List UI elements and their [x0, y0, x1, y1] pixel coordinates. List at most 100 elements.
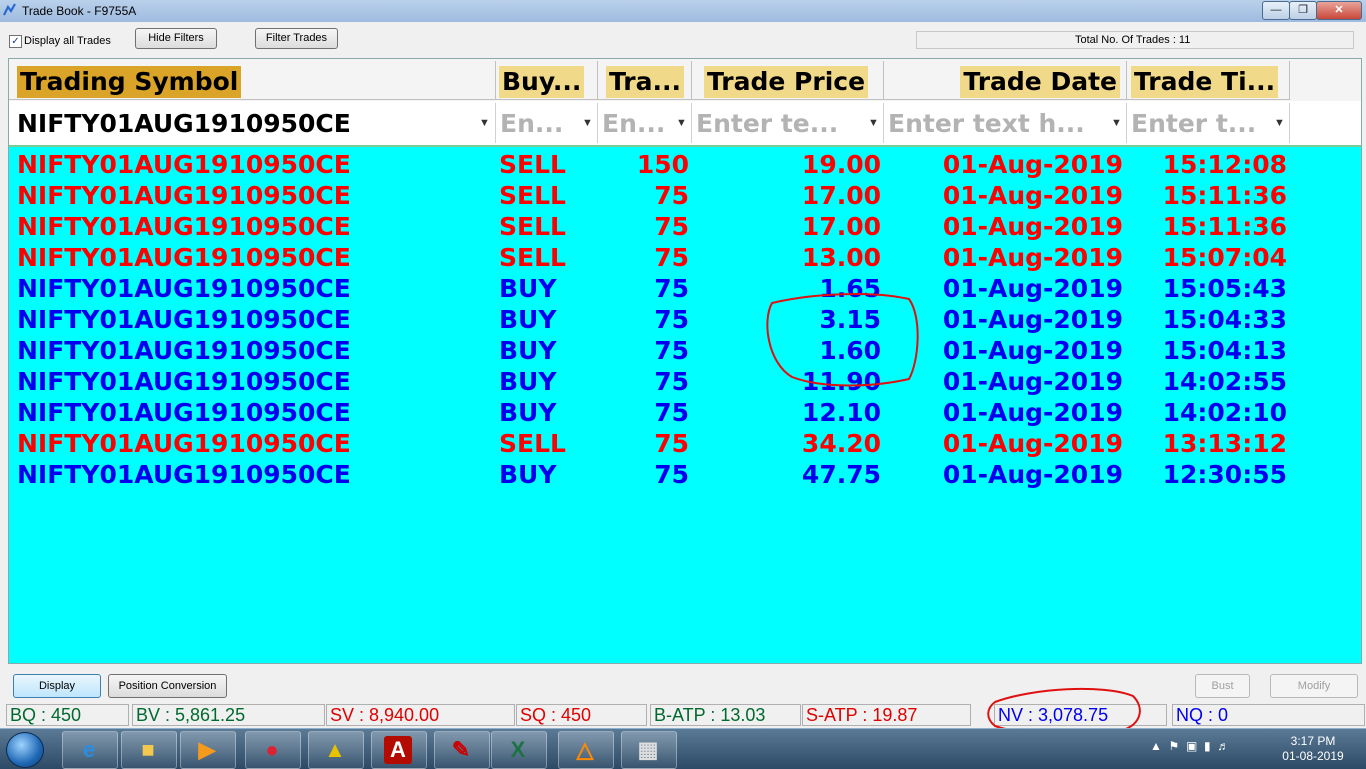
title-bar: Trade Book - F9755A — ❐ ✕	[0, 0, 1366, 23]
start-button[interactable]	[6, 732, 44, 768]
column-header-qty[interactable]: Tra...	[598, 61, 692, 100]
filter-icon[interactable]: ▼	[479, 117, 491, 129]
table-row[interactable]: NIFTY01AUG1910950CE BUY 75 47.75 01-Aug-2019…	[9, 459, 1361, 490]
filter-cell-qty[interactable]: En... ▼	[598, 103, 692, 143]
cell-date: 01-Aug-2019	[942, 367, 1123, 396]
cell-qty: 75	[654, 305, 689, 334]
taskbar-pdf-editor[interactable]: ✎	[434, 731, 490, 769]
taskbar-chrome[interactable]: ●	[245, 731, 301, 769]
toolbar: ✓ Display all Trades Hide Filters Filter…	[0, 22, 1366, 56]
column-header-price[interactable]: Trade Price	[692, 61, 884, 100]
table-row[interactable]: NIFTY01AUG1910950CE SELL 75 17.00 01-Aug-201…	[9, 180, 1361, 211]
cell-side: BUY	[499, 336, 557, 365]
maximize-button[interactable]: ❐	[1289, 1, 1317, 20]
table-row[interactable]: NIFTY01AUG1910950CE SELL 75 34.20 01-Aug-201…	[9, 428, 1361, 459]
taskbar-internet-explorer[interactable]: e	[62, 731, 118, 769]
cell-time: 13:13:12	[1162, 429, 1287, 458]
filter-icon[interactable]: ▼	[1274, 117, 1286, 129]
table-row[interactable]: NIFTY01AUG1910950CE BUY 75 11.90 01-Aug-2019…	[9, 366, 1361, 397]
taskbar-calculator[interactable]: ▦	[621, 731, 677, 769]
filter-cell-date[interactable]: Enter text h... ▼	[884, 103, 1127, 143]
calculator-icon: ▦	[637, 737, 659, 762]
cell-symbol: NIFTY01AUG1910950CE	[17, 367, 351, 396]
table-row[interactable]: NIFTY01AUG1910950CE SELL 150 19.00 01-Aug-20…	[9, 149, 1361, 180]
cell-price: 13.00	[801, 243, 881, 272]
column-header-time[interactable]: Trade Ti...	[1127, 61, 1290, 100]
hide-filters-button[interactable]: Hide Filters	[135, 28, 217, 49]
cell-date: 01-Aug-2019	[942, 243, 1123, 272]
filter-icon[interactable]: ▼	[1111, 117, 1123, 129]
status-s-atp: S-ATP : 19.87	[802, 704, 971, 726]
position-conversion-button[interactable]: Position Conversion	[108, 674, 227, 698]
column-header-date[interactable]: Trade Date	[884, 61, 1127, 100]
taskbar-excel[interactable]: X	[491, 731, 547, 769]
display-button[interactable]: Display	[13, 674, 101, 698]
chrome-icon: ●	[265, 737, 279, 762]
cell-symbol: NIFTY01AUG1910950CE	[17, 305, 351, 334]
cell-qty: 75	[654, 212, 689, 241]
filter-cell-price[interactable]: Enter te... ▼	[692, 103, 884, 143]
cell-date: 01-Aug-2019	[942, 181, 1123, 210]
taskbar-amibroker[interactable]: △	[558, 731, 614, 769]
cell-time: 12:30:55	[1162, 460, 1287, 489]
filter-cell-symbol[interactable]: NIFTY01AUG1910950CE ▼	[9, 103, 496, 143]
taskbar-acrobat-reader[interactable]: A	[371, 731, 427, 769]
filter-input-buysell[interactable]: En...	[500, 107, 563, 141]
column-title: Tra...	[606, 66, 684, 98]
system-tray-icons[interactable]: ▲ ⚑ ▣ ▮ ♬	[1150, 739, 1229, 753]
cell-side: BUY	[499, 305, 557, 334]
cell-side: SELL	[499, 429, 566, 458]
clock[interactable]: 3:17 PM 01-08-2019	[1278, 734, 1348, 764]
cell-symbol: NIFTY01AUG1910950CE	[17, 274, 351, 303]
taskbar-file-explorer[interactable]: ■	[121, 731, 177, 769]
table-row[interactable]: NIFTY01AUG1910950CE BUY 75 1.60 01-Aug-2019 1…	[9, 335, 1361, 366]
column-title: Trade Date	[960, 66, 1120, 98]
close-button[interactable]: ✕	[1316, 1, 1362, 20]
status-b-atp: B-ATP : 13.03	[650, 704, 801, 726]
grid-header: Trading Symbol Buy... Tra... Trade Price…	[9, 59, 1361, 101]
table-row[interactable]: NIFTY01AUG1910950CE BUY 75 12.10 01-Aug-2019…	[9, 397, 1361, 428]
status-bv: BV : 5,861.25	[132, 704, 325, 726]
filter-icon[interactable]: ▼	[868, 117, 880, 129]
column-header-symbol[interactable]: Trading Symbol	[9, 61, 496, 100]
cell-price: 17.00	[801, 181, 881, 210]
excel-icon: X	[510, 737, 526, 762]
filter-input-qty[interactable]: En...	[602, 107, 665, 141]
cell-qty: 75	[654, 274, 689, 303]
filter-trades-button[interactable]: Filter Trades	[255, 28, 338, 49]
filter-input-price[interactable]: Enter te...	[696, 107, 838, 141]
taskbar: e ■ ▶ ● ▲ A ✎ X △ ▦ ▲ ⚑ ▣ ▮ ♬ 3:17 PM 01…	[0, 728, 1366, 769]
taskbar-trading-terminal[interactable]: ▲	[308, 731, 364, 769]
cell-time: 15:07:04	[1162, 243, 1287, 272]
filter-input-time[interactable]: Enter t...	[1131, 107, 1256, 141]
taskbar-media-player[interactable]: ▶	[180, 731, 236, 769]
cell-symbol: NIFTY01AUG1910950CE	[17, 243, 351, 272]
cell-qty: 150	[636, 150, 689, 179]
table-row[interactable]: NIFTY01AUG1910950CE BUY 75 3.15 01-Aug-2019 1…	[9, 304, 1361, 335]
cell-time: 15:05:43	[1162, 274, 1287, 303]
cell-qty: 75	[654, 181, 689, 210]
cell-price: 47.75	[801, 460, 881, 489]
filter-input-date[interactable]: Enter text h...	[888, 107, 1085, 141]
cell-time: 15:04:13	[1162, 336, 1287, 365]
cell-date: 01-Aug-2019	[942, 398, 1123, 427]
display-all-checkbox[interactable]: ✓	[9, 35, 22, 48]
media-player-icon: ▶	[198, 737, 216, 762]
trading-terminal-icon: ▲	[324, 737, 346, 762]
table-row[interactable]: NIFTY01AUG1910950CE SELL 75 13.00 01-Aug-201…	[9, 242, 1361, 273]
status-sv: SV : 8,940.00	[326, 704, 515, 726]
modify-button[interactable]: Modify	[1270, 674, 1358, 698]
bust-button[interactable]: Bust	[1195, 674, 1250, 698]
minimize-button[interactable]: —	[1262, 1, 1290, 20]
filter-cell-time[interactable]: Enter t... ▼	[1127, 103, 1290, 143]
filter-input-symbol[interactable]: NIFTY01AUG1910950CE	[17, 107, 351, 141]
cell-time: 15:11:36	[1162, 212, 1287, 241]
column-header-buysell[interactable]: Buy...	[496, 61, 598, 100]
filter-cell-buysell[interactable]: En... ▼	[496, 103, 598, 143]
table-row[interactable]: NIFTY01AUG1910950CE SELL 75 17.00 01-Aug-201…	[9, 211, 1361, 242]
cell-qty: 75	[654, 367, 689, 396]
filter-icon[interactable]: ▼	[676, 117, 688, 129]
table-row[interactable]: NIFTY01AUG1910950CE BUY 75 1.65 01-Aug-2019 1…	[9, 273, 1361, 304]
filter-icon[interactable]: ▼	[582, 117, 594, 129]
cell-price: 17.00	[801, 212, 881, 241]
